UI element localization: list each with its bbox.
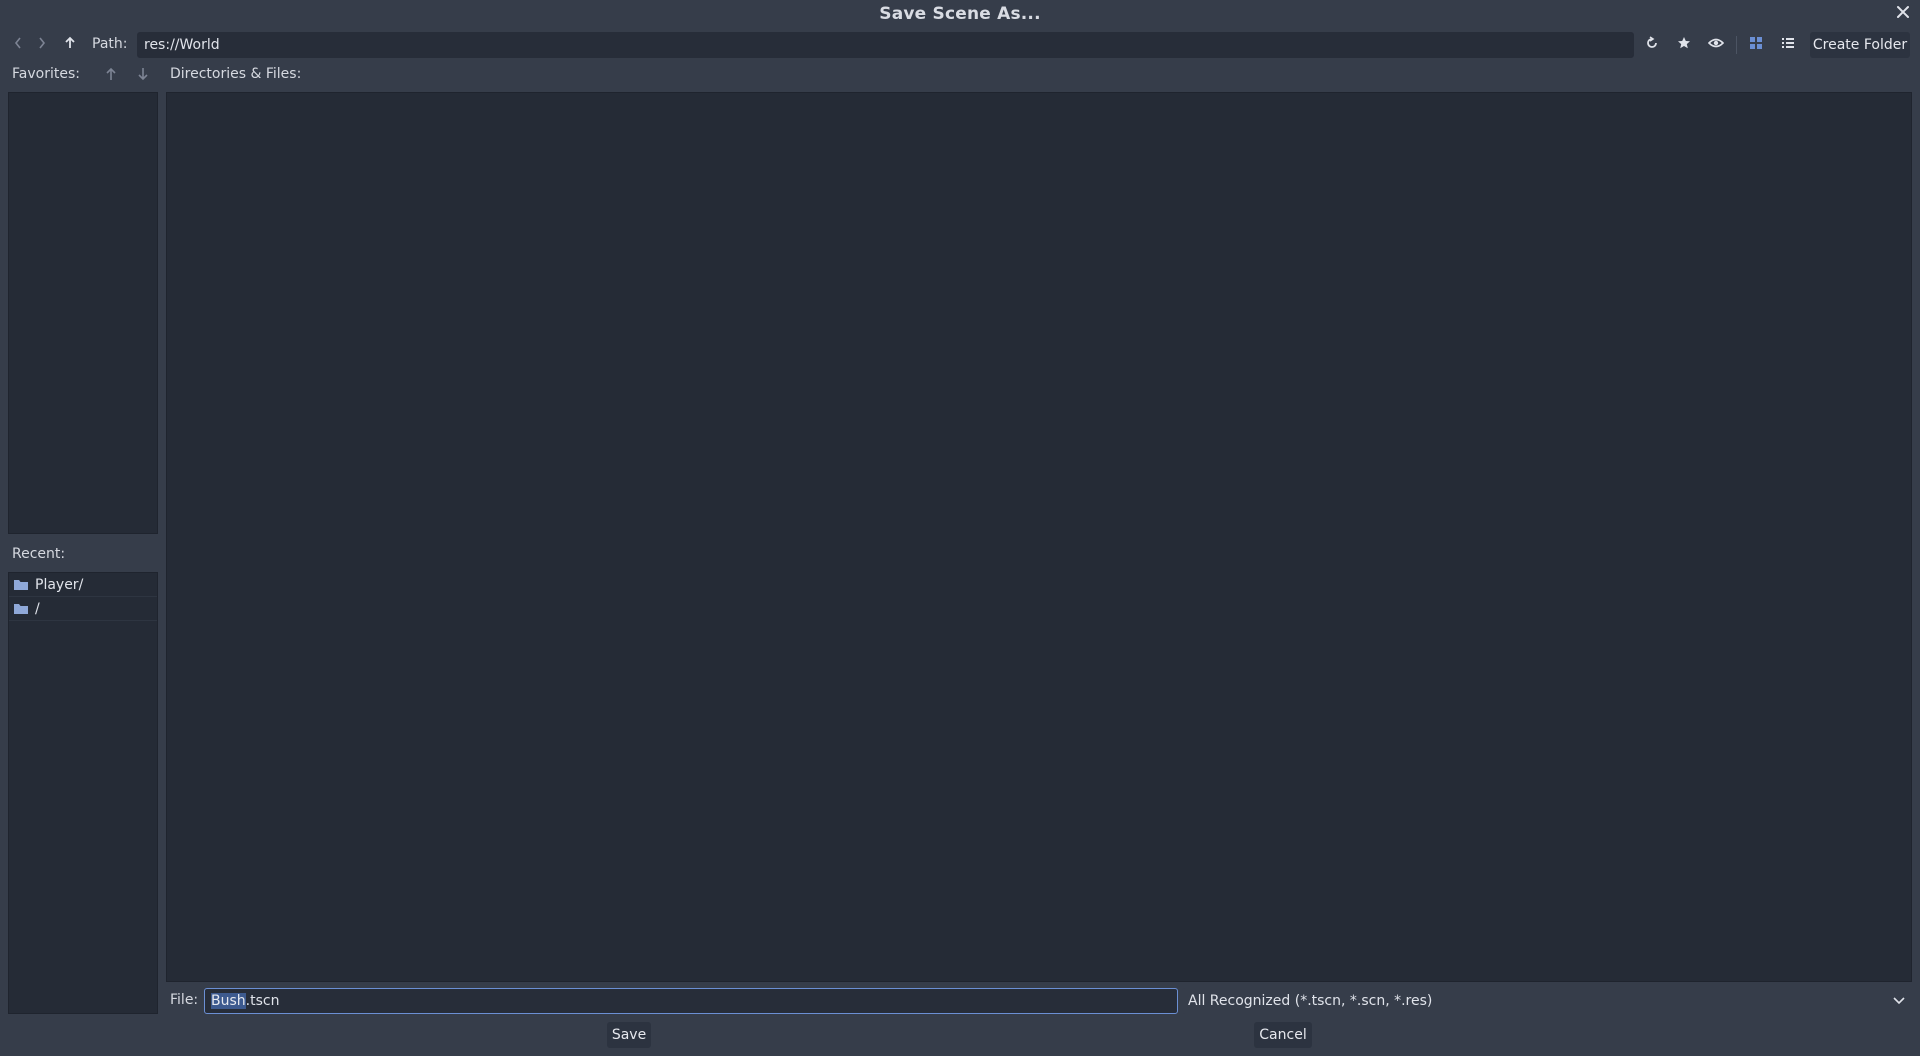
file-label: File: [170, 992, 199, 1008]
path-input[interactable] [137, 32, 1634, 58]
arrow-down-icon [137, 66, 149, 85]
forward-button[interactable] [30, 30, 54, 58]
toggle-hidden-button[interactable] [1704, 30, 1728, 58]
recent-list[interactable]: Player/ / [8, 572, 158, 1014]
recent-item-player[interactable]: Player/ [9, 573, 157, 597]
refresh-icon [1645, 35, 1659, 54]
cancel-button[interactable]: Cancel [1254, 1022, 1312, 1048]
dialog-title: Save Scene As... [879, 4, 1041, 24]
grid-view-icon [1749, 35, 1763, 54]
close-icon [1896, 4, 1910, 23]
file-name-selected-text: Bush [211, 993, 246, 1009]
folder-icon [13, 579, 29, 591]
file-filter-dropdown[interactable]: All Recognized (*.tscn, *.scn, *.res) [1182, 988, 1912, 1014]
create-folder-button[interactable]: Create Folder [1810, 32, 1910, 58]
toolbar-separator [1736, 36, 1737, 54]
chevron-right-icon [37, 35, 47, 54]
back-button[interactable] [6, 30, 30, 58]
arrow-up-icon [64, 35, 76, 54]
save-scene-dialog: Save Scene As... Path: res://World Creat… [0, 0, 1920, 1056]
folder-icon [13, 603, 29, 615]
move-favorite-down-button[interactable] [132, 64, 154, 86]
move-favorite-up-button[interactable] [100, 64, 122, 86]
favorites-list[interactable] [8, 92, 158, 534]
eye-icon [1707, 35, 1725, 54]
file-name-input[interactable]: Bush .tscn [204, 988, 1178, 1014]
go-up-button[interactable] [58, 30, 82, 58]
refresh-button[interactable] [1640, 30, 1664, 58]
list-view-icon [1781, 35, 1795, 54]
title-bar: Save Scene As... [0, 0, 1920, 28]
directories-files-view[interactable] [166, 92, 1912, 982]
file-filter-value: All Recognized (*.tscn, *.scn, *.res) [1188, 993, 1433, 1009]
recent-item-label: Player/ [35, 576, 84, 593]
favorites-label: Favorites: [12, 66, 80, 82]
save-button[interactable]: Save [607, 1022, 651, 1048]
grid-view-button[interactable] [1744, 30, 1768, 58]
close-button[interactable] [1892, 2, 1914, 24]
star-icon [1677, 35, 1691, 54]
chevron-down-icon [1892, 992, 1906, 1012]
arrow-up-icon [105, 66, 117, 85]
recent-label: Recent: [12, 546, 66, 562]
recent-item-root[interactable]: / [9, 597, 157, 621]
chevron-left-icon [13, 35, 23, 54]
directories-files-label: Directories & Files: [170, 66, 302, 82]
path-label: Path: [92, 36, 128, 52]
recent-item-label: / [35, 600, 40, 617]
list-view-button[interactable] [1776, 30, 1800, 58]
favorite-button[interactable] [1672, 30, 1696, 58]
file-name-extension: .tscn [245, 993, 280, 1009]
toolbar: Path: Create Folder [0, 30, 1920, 58]
